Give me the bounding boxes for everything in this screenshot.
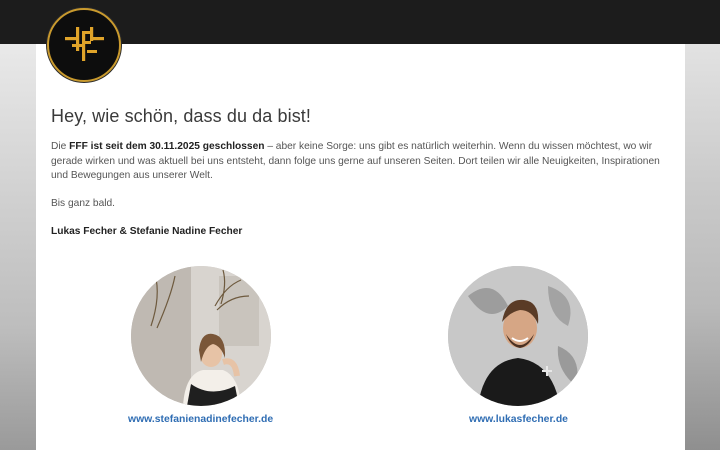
stefanie-website-link[interactable]: www.stefanienadinefecher.de	[128, 414, 273, 425]
closure-notice: FFF ist seit dem 30.11.2025 geschlossen	[69, 141, 265, 152]
page-heading: Hey, wie schön, dass du da bist!	[51, 106, 311, 126]
lukas-photo	[448, 266, 588, 406]
intro-prefix: Die	[51, 141, 70, 152]
fff-logo[interactable]	[47, 8, 121, 82]
signature: Lukas Fecher & Stefanie Nadine Fecher	[51, 226, 243, 237]
fff-monogram-icon	[65, 27, 104, 61]
intro-paragraph: Die FFF ist seit dem 30.11.2025 geschlos…	[51, 140, 671, 184]
content-card	[36, 44, 685, 450]
stefanie-photo	[131, 266, 271, 406]
background-right	[684, 44, 720, 450]
lukas-website-link[interactable]: www.lukasfecher.de	[469, 414, 568, 425]
farewell-text: Bis ganz bald.	[51, 198, 115, 209]
background-left	[0, 44, 36, 450]
